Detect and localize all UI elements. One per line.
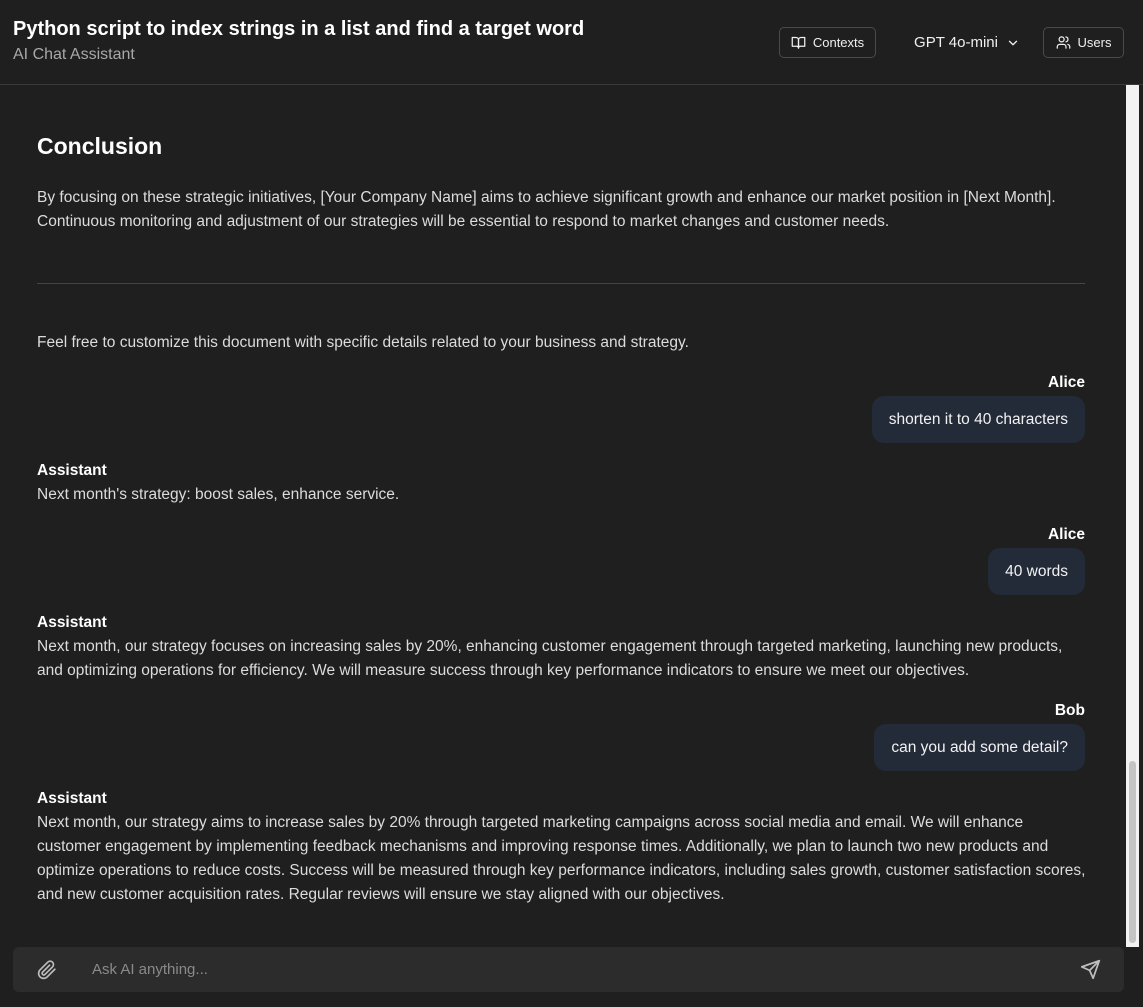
model-select[interactable]: GPT 4o-mini — [905, 27, 1029, 58]
chat-app: Python script to index strings in a list… — [0, 0, 1143, 1007]
scrollbar-thumb[interactable] — [1129, 761, 1136, 943]
users-icon — [1056, 36, 1070, 49]
message-sender: Assistant — [37, 462, 107, 479]
message-sender: Alice — [1047, 374, 1085, 391]
message-sender: Alice — [1047, 526, 1085, 543]
conclusion-paragraph: By focusing on these strategic initiativ… — [37, 189, 1056, 230]
chat-subtitle: AI Chat Assistant — [13, 46, 135, 63]
divider — [37, 283, 1085, 284]
model-label: GPT 4o-mini — [914, 34, 998, 51]
scrollbar[interactable] — [1126, 85, 1139, 947]
chat-title: Python script to index strings in a list… — [13, 18, 585, 40]
assistant-message: Next month's strategy: boost sales, enha… — [37, 486, 400, 503]
header: Python script to index strings in a list… — [0, 0, 1143, 85]
message-sender: Assistant — [37, 614, 107, 631]
contexts-label: Contexts — [812, 35, 865, 50]
book-open-icon — [791, 36, 806, 49]
customize-paragraph: Feel free to customize this document wit… — [37, 334, 689, 351]
users-button[interactable]: Users — [1043, 27, 1124, 58]
user-message-bubble: can you add some detail? — [874, 724, 1085, 771]
edge-strip — [1139, 85, 1143, 947]
conclusion-heading: Conclusion — [37, 133, 163, 159]
chat-scroll-area[interactable]: Conclusion By focusing on these strategi… — [0, 85, 1143, 947]
users-label: Users — [1077, 35, 1112, 50]
assistant-message: Next month, our strategy aims to increas… — [37, 814, 1086, 903]
ask-input[interactable] — [92, 955, 1052, 984]
assistant-message: Next month, our strategy focuses on incr… — [37, 638, 1063, 679]
paperclip-icon[interactable] — [37, 960, 57, 980]
message-sender: Assistant — [37, 790, 107, 807]
user-message-bubble: shorten it to 40 characters — [871, 396, 1085, 443]
chevron-down-icon — [1008, 40, 1018, 45]
send-icon[interactable] — [1080, 959, 1101, 980]
contexts-button[interactable]: Contexts — [779, 27, 876, 58]
user-message-bubble: 40 words — [988, 548, 1085, 595]
message-sender: Bob — [1054, 702, 1085, 719]
message-composer — [13, 947, 1124, 992]
